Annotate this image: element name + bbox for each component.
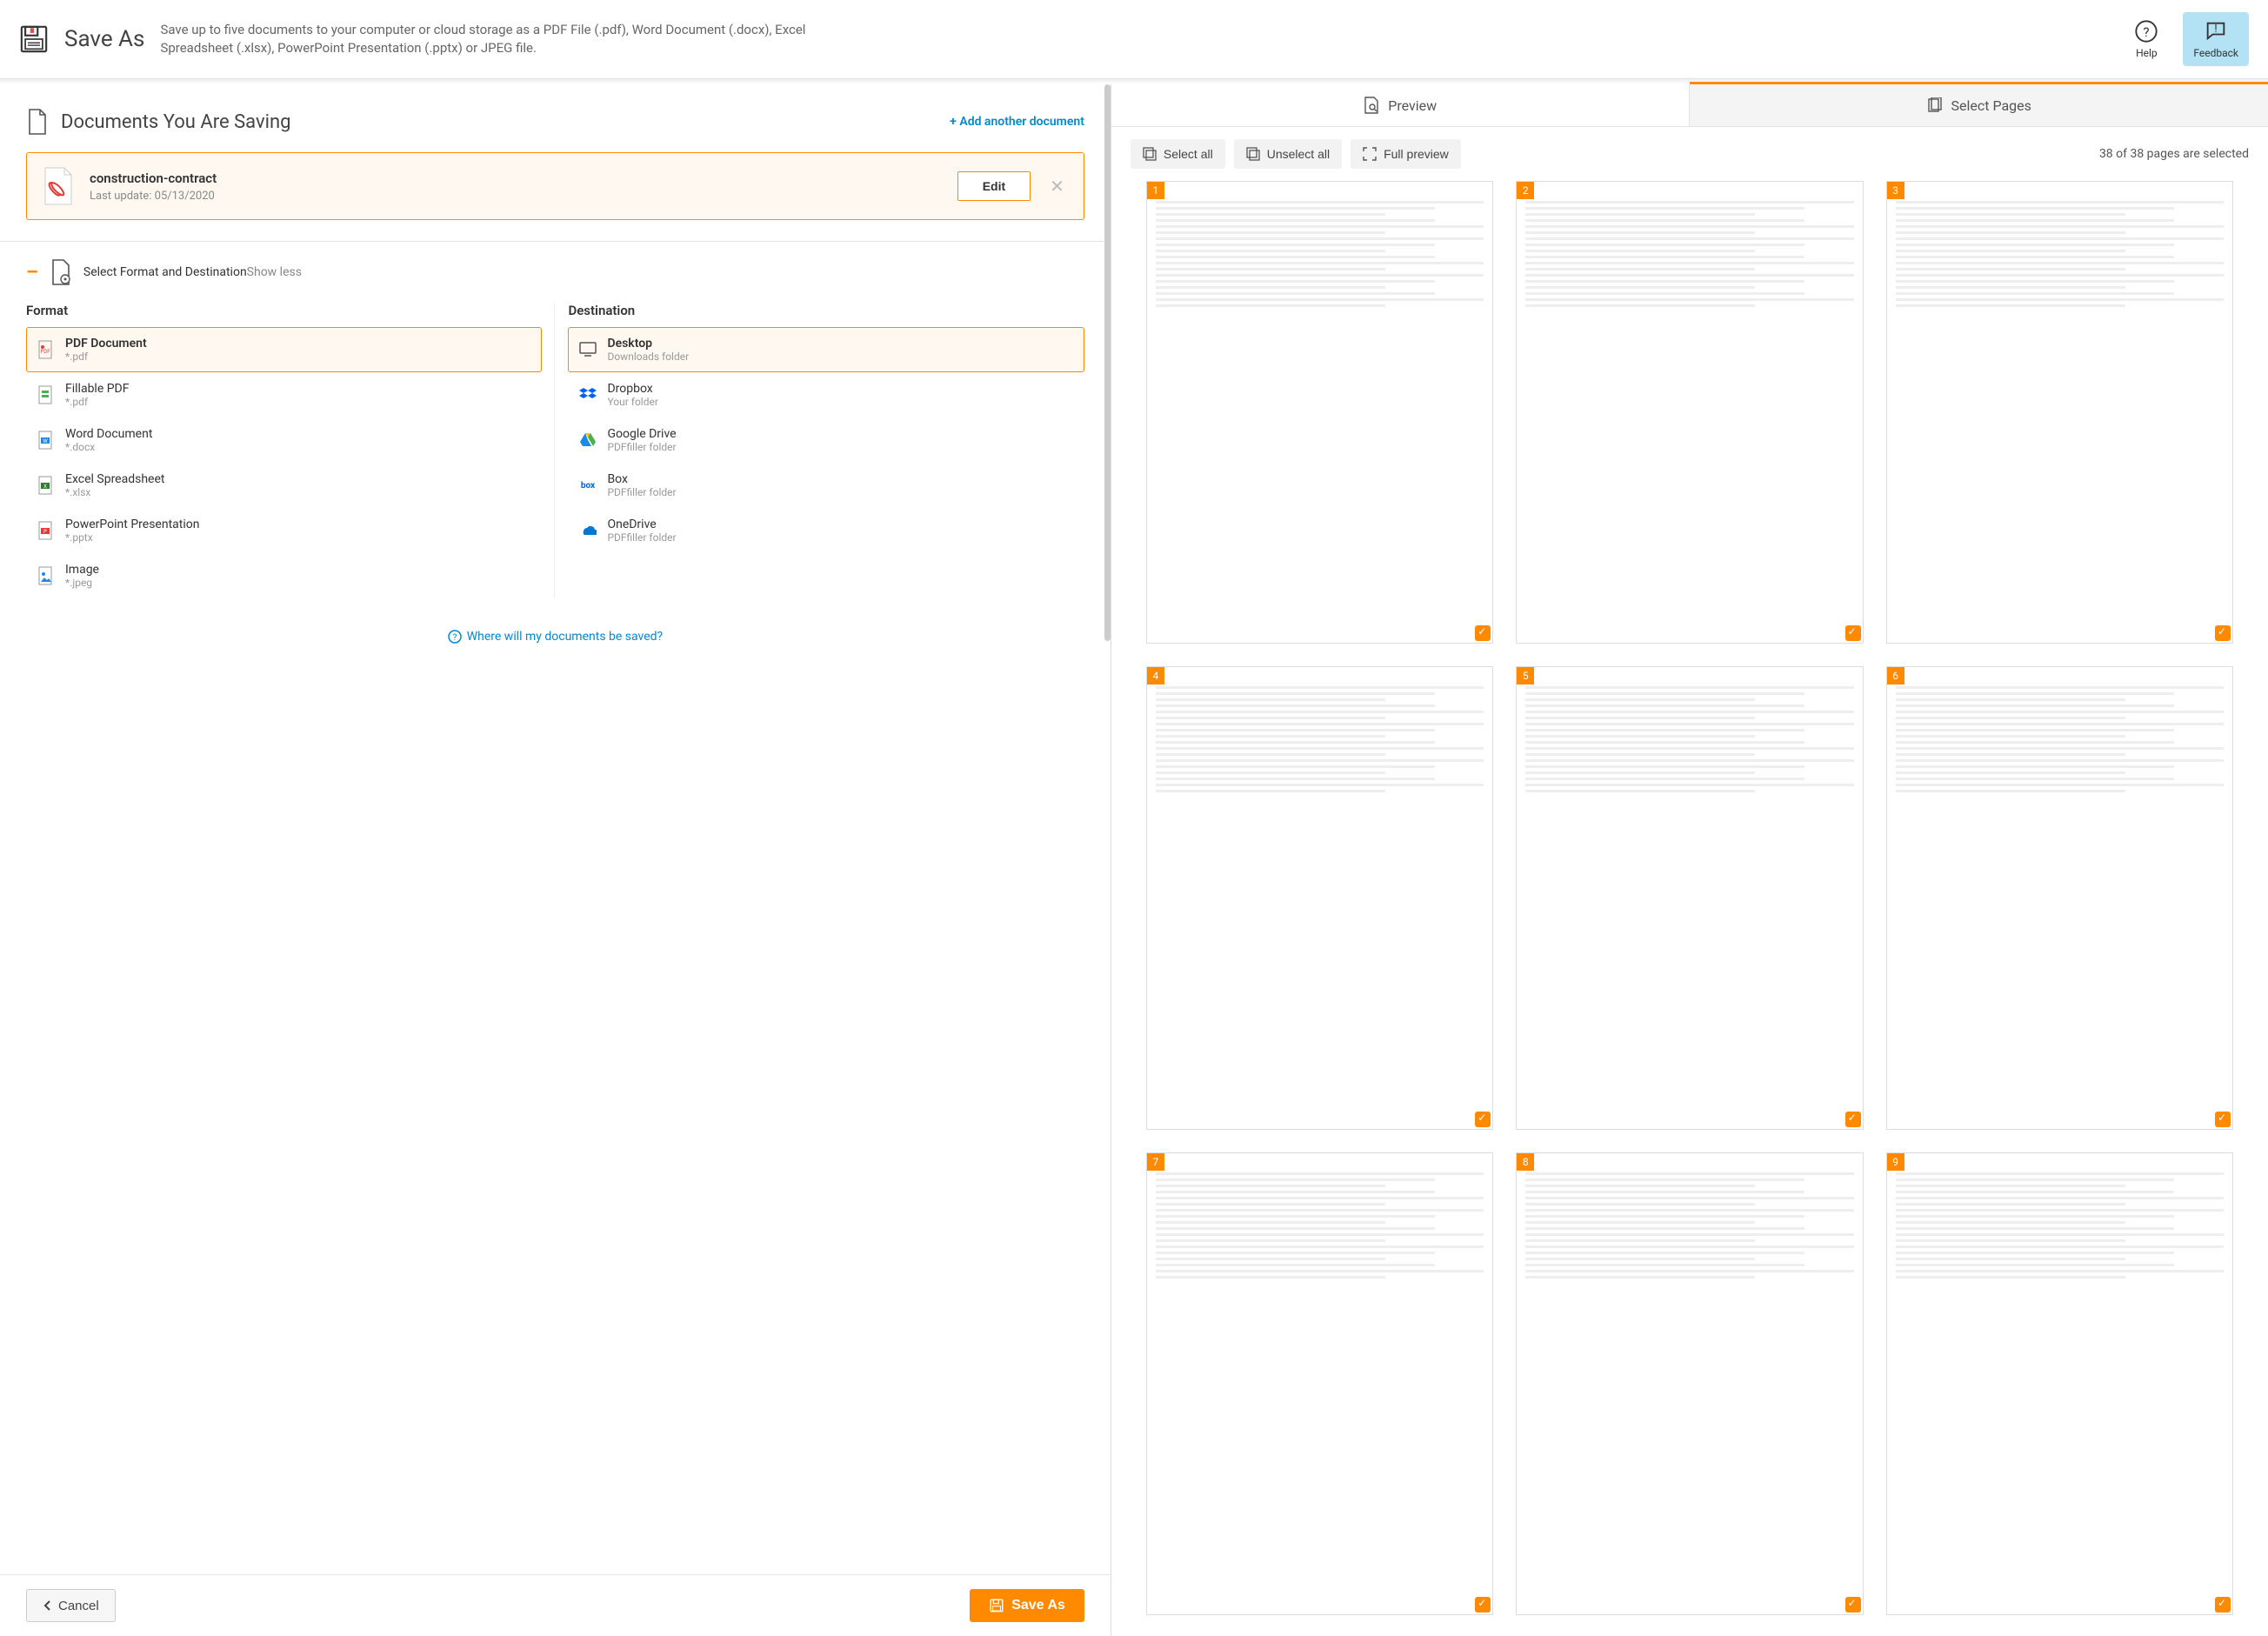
footer-bar: Cancel Save As bbox=[0, 1574, 1111, 1636]
format-option-fillable[interactable]: Fillable PDF*.pdf bbox=[26, 372, 542, 417]
full-preview-button[interactable]: Full preview bbox=[1351, 139, 1461, 169]
format-option-ppt[interactable]: PPowerPoint Presentation*.pptx bbox=[26, 508, 542, 553]
save-white-icon bbox=[989, 1598, 1004, 1613]
svg-text:?: ? bbox=[452, 633, 457, 643]
page-selected-check-icon bbox=[1475, 1597, 1491, 1613]
page-number: 5 bbox=[1517, 667, 1534, 684]
page-selected-check-icon bbox=[2215, 1597, 2231, 1613]
page-number: 9 bbox=[1887, 1153, 1904, 1171]
format-option-excel[interactable]: XExcel Spreadsheet*.xlsx bbox=[26, 463, 542, 508]
unselect-all-button[interactable]: Unselect all bbox=[1234, 139, 1342, 169]
format-section-title: Select Format and Destination bbox=[83, 265, 247, 279]
document-settings-icon bbox=[50, 259, 71, 285]
destination-label: Destination bbox=[568, 303, 1084, 318]
selected-count: 38 of 38 pages are selected bbox=[2099, 147, 2249, 161]
page-selected-check-icon bbox=[1475, 1112, 1491, 1127]
svg-text:!: ! bbox=[2215, 23, 2218, 36]
format-option-word[interactable]: WWord Document*.docx bbox=[26, 417, 542, 463]
format-option-image[interactable]: Image*.jpeg bbox=[26, 553, 542, 598]
destination-option-box[interactable]: boxBoxPDFfiller folder bbox=[568, 463, 1084, 508]
document-card: construction-contract Last update: 05/13… bbox=[26, 152, 1084, 220]
page-number: 2 bbox=[1517, 182, 1534, 199]
destination-column: Destination DesktopDownloads folderDropb… bbox=[568, 303, 1084, 598]
tab-select-pages[interactable]: Select Pages bbox=[1689, 84, 2268, 126]
preview-icon bbox=[1364, 97, 1379, 114]
cancel-button[interactable]: Cancel bbox=[26, 1589, 116, 1622]
page-thumbnail[interactable]: 5 bbox=[1516, 666, 1863, 1129]
format-option-pdf[interactable]: PDFPDF Document*.pdf bbox=[26, 327, 542, 372]
destination-option-onedrive[interactable]: OneDrivePDFfiller folder bbox=[568, 508, 1084, 553]
help-button[interactable]: ? Help bbox=[2125, 14, 2167, 64]
feedback-icon: ! bbox=[2204, 19, 2228, 43]
edit-button[interactable]: Edit bbox=[957, 171, 1031, 201]
add-document-link[interactable]: + Add another document bbox=[950, 115, 1084, 129]
page-thumbnail[interactable]: 1 bbox=[1146, 181, 1493, 644]
document-name: construction-contract bbox=[90, 170, 942, 186]
save-icon bbox=[19, 24, 49, 54]
show-less-link[interactable]: Show less bbox=[247, 265, 302, 279]
page-thumbnail[interactable]: 8 bbox=[1516, 1152, 1863, 1615]
app-header: Save As Save up to five documents to you… bbox=[0, 0, 2268, 79]
collapse-toggle[interactable]: – bbox=[26, 262, 38, 284]
page-selected-check-icon bbox=[2215, 625, 2231, 641]
document-last-update: Last update: 05/13/2020 bbox=[90, 190, 942, 203]
format-label: Format bbox=[26, 303, 542, 318]
svg-text:PDF: PDF bbox=[40, 349, 50, 355]
page-selected-check-icon bbox=[1845, 625, 1861, 641]
svg-text:P: P bbox=[43, 529, 47, 535]
svg-text:X: X bbox=[43, 484, 47, 490]
page-thumbnail[interactable]: 9 bbox=[1886, 1152, 2233, 1615]
select-all-button[interactable]: Select all bbox=[1131, 139, 1225, 169]
pdf-file-icon bbox=[43, 167, 74, 205]
page-thumbnail[interactable]: 3 bbox=[1886, 181, 2233, 644]
page-selected-check-icon bbox=[1845, 1597, 1861, 1613]
destination-option-gdrive[interactable]: Google DrivePDFfiller folder bbox=[568, 417, 1084, 463]
chevron-left-icon bbox=[43, 1600, 53, 1611]
page-number: 8 bbox=[1517, 1153, 1534, 1171]
svg-text:box: box bbox=[581, 481, 596, 491]
save-as-button[interactable]: Save As bbox=[970, 1589, 1084, 1622]
svg-text:W: W bbox=[43, 438, 48, 444]
full-preview-icon bbox=[1363, 147, 1377, 161]
page-thumbnail[interactable]: 6 bbox=[1886, 666, 2233, 1129]
where-saved-link[interactable]: ? Where will my documents be saved? bbox=[448, 630, 663, 644]
page-number: 7 bbox=[1147, 1153, 1164, 1171]
select-pages-icon bbox=[1927, 97, 1943, 113]
documents-section-title: Documents You Are Saving bbox=[61, 111, 950, 133]
select-all-icon bbox=[1143, 147, 1157, 161]
destination-option-desktop[interactable]: DesktopDownloads folder bbox=[568, 327, 1084, 372]
page-selected-check-icon bbox=[1475, 625, 1491, 641]
scrollbar[interactable] bbox=[1104, 84, 1111, 641]
destination-option-dropbox[interactable]: DropboxYour folder bbox=[568, 372, 1084, 417]
page-description: Save up to five documents to your comput… bbox=[160, 21, 873, 57]
document-icon bbox=[26, 109, 49, 135]
help-icon: ? bbox=[2134, 19, 2158, 43]
page-number: 3 bbox=[1887, 182, 1904, 199]
page-thumbnail[interactable]: 4 bbox=[1146, 666, 1493, 1129]
left-panel: Documents You Are Saving + Add another d… bbox=[0, 84, 1111, 1636]
page-thumbnail[interactable]: 7 bbox=[1146, 1152, 1493, 1615]
remove-document-button[interactable]: ✕ bbox=[1046, 176, 1068, 197]
unselect-all-icon bbox=[1246, 147, 1260, 161]
svg-text:?: ? bbox=[2144, 24, 2150, 40]
help-circle-icon: ? bbox=[448, 630, 462, 644]
format-column: Format PDFPDF Document*.pdfFillable PDF*… bbox=[26, 303, 542, 598]
page-selected-check-icon bbox=[1845, 1112, 1861, 1127]
feedback-button[interactable]: ! Feedback bbox=[2183, 12, 2249, 66]
page-title: Save As bbox=[64, 26, 144, 52]
page-thumbnail[interactable]: 2 bbox=[1516, 181, 1863, 644]
page-number: 1 bbox=[1147, 182, 1164, 199]
page-selected-check-icon bbox=[2215, 1112, 2231, 1127]
right-panel: Preview Select Pages Select all Unselect… bbox=[1111, 84, 2268, 1636]
tab-preview[interactable]: Preview bbox=[1111, 84, 1690, 126]
page-number: 4 bbox=[1147, 667, 1164, 684]
page-number: 6 bbox=[1887, 667, 1904, 684]
